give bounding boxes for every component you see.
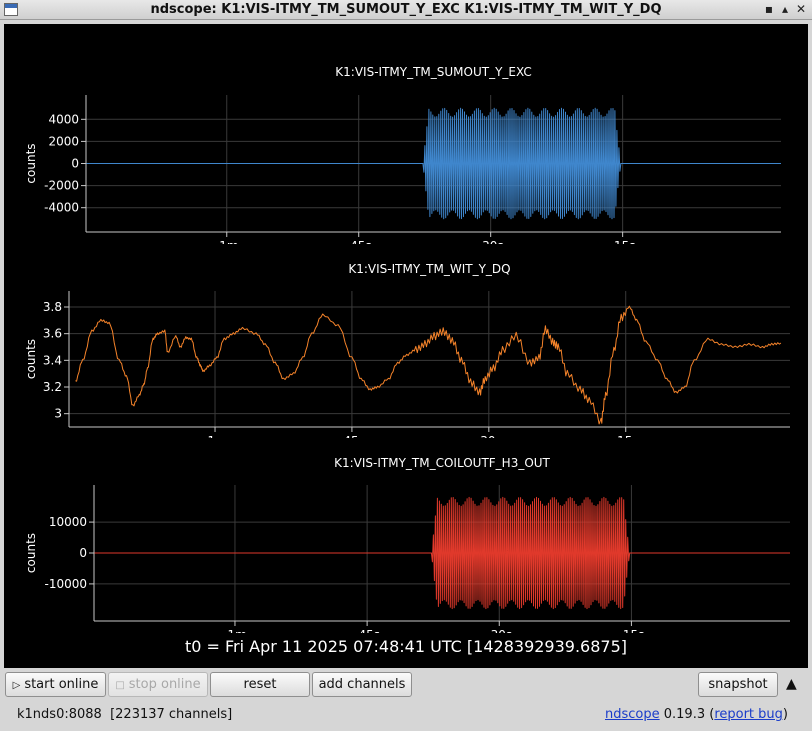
stop-icon: □ <box>115 680 125 691</box>
ndscope-link[interactable]: ndscope <box>605 707 660 722</box>
y-tick-label: 2000 <box>48 134 79 148</box>
chart-svg-wit[interactable]: K1:VIS-ITMY_TM_WIT_Y_DQ3.83.63.43.23-1m-… <box>4 243 808 438</box>
x-tick-label: -45s <box>354 628 380 633</box>
up-triangle-icon[interactable]: ▲ <box>786 676 797 692</box>
close-icon[interactable]: ✕ <box>794 1 808 18</box>
y-tick-label: -4000 <box>44 201 79 215</box>
y-tick-label: 3.6 <box>43 327 62 341</box>
plot-sumout-y-exc[interactable]: K1:VIS-ITMY_TM_SUMOUT_Y_EXC 4000 2000 0 -200… <box>4 46 808 244</box>
x-tick-label: -30s <box>486 628 512 633</box>
server-address: k1nds0:8088 <box>17 707 102 722</box>
start-online-label: start online <box>24 677 99 692</box>
chart-title: K1:VIS-ITMY_TM_SUMOUT_Y_EXC <box>335 65 531 79</box>
y-axis-label: counts <box>24 339 38 379</box>
maximize-icon[interactable]: ▴ <box>778 1 792 18</box>
series-line <box>86 107 781 220</box>
plot-wit-y-dq[interactable]: K1:VIS-ITMY_TM_WIT_Y_DQ3.83.63.43.23-1m-… <box>4 243 808 438</box>
y-axis-label: counts <box>24 143 38 183</box>
status-bar: k1nds0:8088 [223137 channels] ndscope 0.… <box>0 702 812 731</box>
start-online-button[interactable]: ▷ start online <box>5 672 106 697</box>
report-bug-link[interactable]: report bug <box>714 707 783 722</box>
chart-title: K1:VIS-ITMY_TM_COILOUTF_H3_OUT <box>334 456 550 470</box>
y-tick-label: 4000 <box>48 112 79 126</box>
x-tick-label: -15s <box>618 628 644 633</box>
y-tick-label: -10000 <box>44 577 87 591</box>
toolbar: ▷ start online □ stop online reset add cha… <box>0 670 812 700</box>
chart-title: K1:VIS-ITMY_TM_WIT_Y_DQ <box>348 262 510 276</box>
y-tick-label: -2000 <box>44 179 79 193</box>
reset-button[interactable]: reset <box>210 672 310 697</box>
y-tick-label: 3 <box>54 407 62 421</box>
plot-coiloutf-h3-out[interactable]: K1:VIS-ITMY_TM_COILOUTF_H3_OUT 10000 0 -100… <box>4 437 808 633</box>
window-title: ndscope: K1:VIS-ITMY_TM_SUMOUT_Y_EXC K1:… <box>150 2 662 17</box>
x-tick-label: -1m <box>223 628 247 633</box>
channel-count: [223137 channels] <box>110 707 233 722</box>
chart-svg-sumout[interactable]: K1:VIS-ITMY_TM_SUMOUT_Y_EXC 4000 2000 0 -200… <box>4 46 808 244</box>
stop-online-button[interactable]: □ stop online <box>108 672 208 697</box>
version-info: ndscope 0.19.3 (report bug) <box>605 707 788 722</box>
add-channels-button[interactable]: add channels <box>312 672 412 697</box>
y-tick-label: 3.2 <box>43 380 62 394</box>
minimize-icon[interactable]: ▪ <box>762 1 776 18</box>
server-status: k1nds0:8088 [223137 channels] <box>17 707 232 722</box>
play-icon: ▷ <box>12 680 21 691</box>
series-line <box>94 496 790 610</box>
y-tick-label: 3.4 <box>43 353 62 367</box>
plot-area[interactable]: K1:VIS-ITMY_TM_SUMOUT_Y_EXC 4000 2000 0 -200… <box>4 24 808 668</box>
window-titlebar[interactable]: ndscope: K1:VIS-ITMY_TM_SUMOUT_Y_EXC K1:… <box>0 0 812 20</box>
y-tick-label: 0 <box>71 157 79 171</box>
y-axis-label: counts <box>24 533 38 573</box>
stop-online-label: stop online <box>128 677 201 692</box>
t0-label: t0 = Fri Apr 11 2025 07:48:41 UTC [14283… <box>184 637 628 656</box>
series-line <box>75 305 782 425</box>
version-number: 0.19.3 <box>663 707 706 722</box>
y-tick-label: 0 <box>79 546 87 560</box>
y-tick-label: 3.8 <box>43 300 62 314</box>
report-close-paren: ) <box>782 707 788 722</box>
y-tick-label: 10000 <box>49 515 87 529</box>
chart-svg-coiloutf[interactable]: K1:VIS-ITMY_TM_COILOUTF_H3_OUT 10000 0 -100… <box>4 437 808 633</box>
snapshot-button[interactable]: snapshot <box>698 672 778 697</box>
